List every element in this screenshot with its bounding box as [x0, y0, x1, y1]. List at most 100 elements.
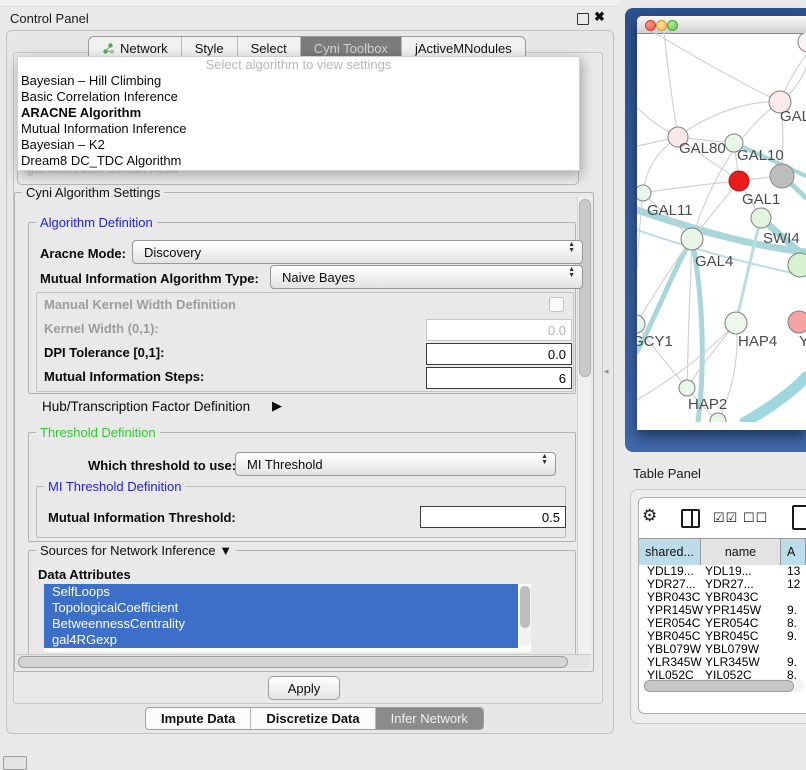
data-attributes-list[interactable]: SelfLoopsTopologicalCoefficientBetweenne… — [44, 584, 531, 652]
network-node-gal1[interactable] — [751, 208, 771, 228]
settings-horizontal-scrollbar[interactable] — [16, 654, 590, 668]
export-table-icon[interactable] — [792, 505, 806, 530]
network-edge[interactable] — [745, 377, 806, 422]
bottom-tab-infer-network[interactable]: Infer Network — [375, 708, 483, 729]
network-node-hap4[interactable] — [725, 312, 747, 334]
sources-title: Sources for Network Inference ▼ — [36, 543, 236, 558]
table-cell: 12 — [781, 578, 800, 591]
network-canvas[interactable]: GALGAL80GAL10GAL11GAL1SWI4GAL4GCY1HAP4YH… — [637, 33, 806, 422]
table-cell: 9. — [781, 630, 797, 643]
network-edge[interactable] — [678, 102, 780, 137]
column-header-partial[interactable]: A — [781, 539, 806, 565]
table-cell: YIL052C — [701, 669, 781, 679]
deselect-all-columns-icon[interactable]: ☐☐ — [743, 510, 768, 526]
column-header-name[interactable]: name — [701, 539, 781, 565]
network-node-label: Y — [799, 333, 806, 350]
mi-steps-field[interactable] — [426, 367, 572, 389]
column-header-shared[interactable]: shared... — [639, 539, 701, 565]
aracne-mode-value: Discovery — [144, 245, 201, 260]
algorithm-dropdown[interactable]: Select algorithm to view settings Bayesi… — [17, 56, 580, 171]
chevron-updown-icon: ▲▼ — [568, 242, 575, 254]
data-attribute-item[interactable]: TopologicalCoefficient — [44, 600, 518, 616]
table-cell: 8. — [781, 669, 797, 679]
collapse-arrow-icon[interactable]: ▼ — [219, 543, 232, 558]
network-edge[interactable] — [687, 323, 736, 388]
close-traffic-light[interactable] — [645, 20, 656, 31]
table-horizontal-scrollbar[interactable] — [642, 679, 804, 692]
minimize-traffic-light[interactable] — [656, 20, 667, 31]
algorithm-option[interactable]: ARACNE Algorithm — [18, 105, 579, 121]
network-node-y-pink[interactable] — [788, 311, 806, 333]
network-edge[interactable] — [643, 181, 739, 193]
algorithm-option[interactable]: Bayesian – K2 — [18, 137, 579, 153]
columns-icon[interactable] — [681, 509, 700, 528]
bottom-tab-discretize-data[interactable]: Discretize Data — [250, 708, 374, 729]
table-header: shared... name A — [639, 538, 806, 566]
algorithm-option[interactable]: Basic Correlation Inference — [18, 89, 579, 105]
apply-button[interactable]: Apply — [268, 676, 340, 700]
panel-collapse-handle[interactable]: ◂ — [604, 366, 609, 377]
network-edge[interactable] — [664, 33, 678, 137]
manual-kernel-label: Manual Kernel Width Definition — [44, 297, 236, 312]
network-edge[interactable] — [736, 218, 761, 323]
data-attribute-item[interactable]: gal4RGexp — [44, 632, 518, 648]
scrollbar-thumb[interactable] — [18, 656, 568, 668]
tab-label: jActiveMNodules — [415, 41, 512, 56]
aracne-mode-label: Aracne Mode: — [40, 246, 126, 261]
bottom-left-partial-widget[interactable] — [3, 756, 27, 770]
network-node-gray-node[interactable] — [770, 164, 794, 188]
network-node-gal4[interactable] — [681, 228, 703, 250]
dpi-tolerance-label: DPI Tolerance [0,1]: — [44, 345, 164, 360]
sources-title-text: Sources for Network Inference — [40, 543, 216, 558]
hub-definition-expander-label[interactable]: Hub/Transcription Factor Definition — [42, 399, 250, 414]
gear-icon[interactable]: ⚙ — [642, 506, 657, 526]
kernel-width-field[interactable] — [426, 319, 572, 341]
network-node-label: GCY1 — [637, 333, 673, 350]
network-node-label: HAP4 — [738, 333, 777, 350]
algorithm-option[interactable]: Dream8 DC_TDC Algorithm — [18, 153, 579, 169]
select-all-columns-icon[interactable]: ☑☑ — [713, 510, 738, 526]
network-edge[interactable] — [655, 33, 780, 102]
float-panel-icon[interactable] — [577, 13, 589, 25]
network-node-bottom-green[interactable] — [710, 413, 726, 422]
aracne-mode-combo[interactable]: Discovery ▲▼ — [132, 240, 583, 264]
which-threshold-value: MI Threshold — [247, 457, 323, 472]
which-threshold-combo[interactable]: MI Threshold ▲▼ — [235, 452, 556, 476]
network-node-label: GAL80 — [679, 140, 726, 157]
network-node-label: GAL11 — [647, 202, 693, 219]
mi-steps-label: Mutual Information Steps: — [44, 369, 204, 384]
network-node-top-cut[interactable] — [798, 33, 806, 52]
algorithm-option[interactable]: Mutual Information Inference — [18, 121, 579, 137]
expander-arrow-icon[interactable]: ▶ — [272, 398, 282, 414]
scrollbar-thumb[interactable] — [644, 680, 794, 692]
bottom-tab-impute-data[interactable]: Impute Data — [146, 708, 250, 729]
scrollbar-thumb[interactable] — [520, 586, 530, 628]
network-window-titlebar[interactable] — [637, 16, 806, 34]
tab-label: Select — [251, 41, 287, 56]
algorithm-option[interactable]: Bayesian – Hill Climbing — [18, 73, 579, 89]
network-node-red-node[interactable] — [729, 171, 749, 191]
mi-threshold-field[interactable] — [420, 506, 566, 528]
algorithm-definition-title: Algorithm Definition — [36, 215, 157, 230]
data-attribute-item[interactable]: SelfLoops — [44, 584, 518, 600]
kernel-width-label: Kernel Width (0,1): — [44, 321, 159, 336]
manual-kernel-checkbox[interactable] — [549, 297, 564, 312]
network-node-hap2[interactable] — [679, 380, 695, 396]
threshold-definition-title: Threshold Definition — [36, 425, 160, 440]
list-vertical-scrollbar[interactable] — [519, 585, 531, 647]
data-attributes-items: SelfLoopsTopologicalCoefficientBetweenne… — [44, 584, 531, 648]
mi-threshold-title: MI Threshold Definition — [44, 479, 185, 494]
close-icon[interactable]: ✖ — [594, 9, 605, 25]
mi-type-combo[interactable]: Naive Bayes ▲▼ — [270, 265, 583, 289]
data-attribute-item[interactable]: BetweennessCentrality — [44, 616, 518, 632]
network-node-gal11[interactable] — [637, 185, 651, 201]
tab-label: Network — [120, 41, 168, 56]
table-panel-title: Table Panel — [633, 466, 701, 481]
control-panel-title: Control Panel — [10, 11, 89, 26]
tab-label: Cyni Toolbox — [314, 41, 388, 56]
dpi-tolerance-field[interactable] — [426, 343, 572, 365]
tab-label: Style — [195, 41, 224, 56]
network-node-gcy1[interactable] — [637, 315, 645, 333]
table-row[interactable]: YIL052CYIL052C8. — [639, 669, 806, 679]
zoom-traffic-light[interactable] — [667, 20, 678, 31]
